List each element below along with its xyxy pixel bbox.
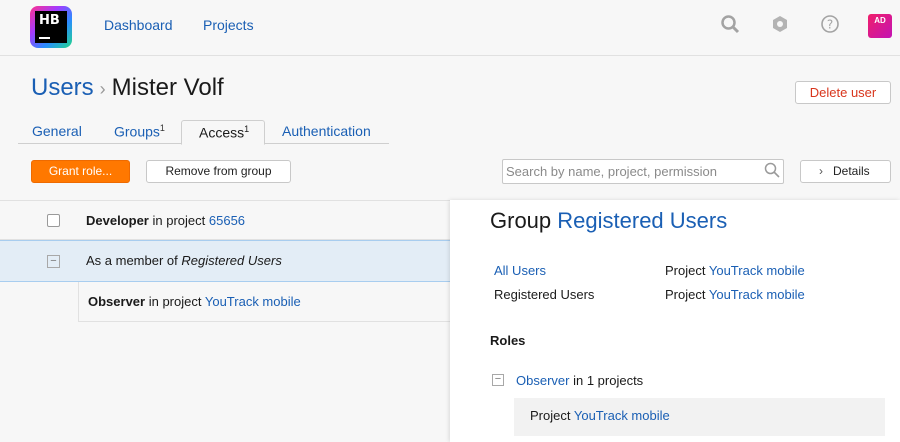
remove-from-group-button[interactable]: Remove from group [146,160,291,183]
help-icon[interactable]: ? [819,14,841,36]
access-row-developer[interactable]: Developer in project 65656 [0,200,450,240]
chevron-right-icon: › [819,164,823,178]
roles-heading: Roles [490,333,526,348]
group-project: Project YouTrack mobile [665,263,805,278]
collapse-icon[interactable]: − [492,374,504,386]
top-bar: HB Dashboard Projects ? AD [0,0,900,56]
nav-dashboard[interactable]: Dashboard [104,17,173,33]
access-row-observer[interactable]: Observer in project YouTrack mobile [78,282,450,322]
project-link[interactable]: YouTrack mobile [709,263,805,278]
group-project: Project YouTrack mobile [665,287,805,302]
avatar[interactable]: AD [868,14,892,38]
tab-access[interactable]: Access1 [181,120,265,145]
search-input[interactable] [506,163,758,180]
group-all-users-link[interactable]: All Users [494,263,546,278]
nav-projects[interactable]: Projects [203,17,254,33]
row-checkbox[interactable] [47,214,60,227]
svg-text:?: ? [827,18,833,32]
breadcrumb-users-link[interactable]: Users [31,74,94,101]
group-registered-users: Registered Users [494,287,595,302]
details-button[interactable]: › Details [800,160,891,183]
tab-authentication[interactable]: Authentication [282,123,371,139]
tab-groups[interactable]: Groups1 [114,123,165,140]
gear-icon[interactable] [769,14,791,36]
collapse-icon[interactable]: − [47,255,60,268]
search-field-icon[interactable] [764,162,780,183]
project-link[interactable]: YouTrack mobile [574,408,670,423]
detail-panel: Group Registered Users All Users Project… [450,200,900,442]
access-list: Developer in project 65656 − As a member… [0,200,450,442]
search-box [502,159,784,184]
search-icon[interactable] [719,14,741,36]
project-link[interactable]: 65656 [209,213,245,228]
role-observer: Observer in 1 projects [516,373,644,388]
page-title: Mister Volf [111,74,224,101]
role-link[interactable]: Observer [516,373,569,388]
breadcrumb: Users › Mister Volf [31,74,224,102]
delete-user-button[interactable]: Delete user [795,81,891,104]
tab-general[interactable]: General [32,123,82,139]
role-project-item: Project YouTrack mobile [514,398,885,436]
detail-title: Group Registered Users [490,208,728,233]
grant-role-button[interactable]: Grant role... [31,160,130,183]
access-row-group-member[interactable]: − As a member of Registered Users [0,240,450,282]
tab-bar: General Groups1 Access1 Authentication [18,120,389,145]
project-link[interactable]: YouTrack mobile [205,294,301,309]
app-logo[interactable]: HB [30,6,72,48]
group-link[interactable]: Registered Users [557,208,727,233]
breadcrumb-separator: › [99,79,106,99]
project-link[interactable]: YouTrack mobile [709,287,805,302]
